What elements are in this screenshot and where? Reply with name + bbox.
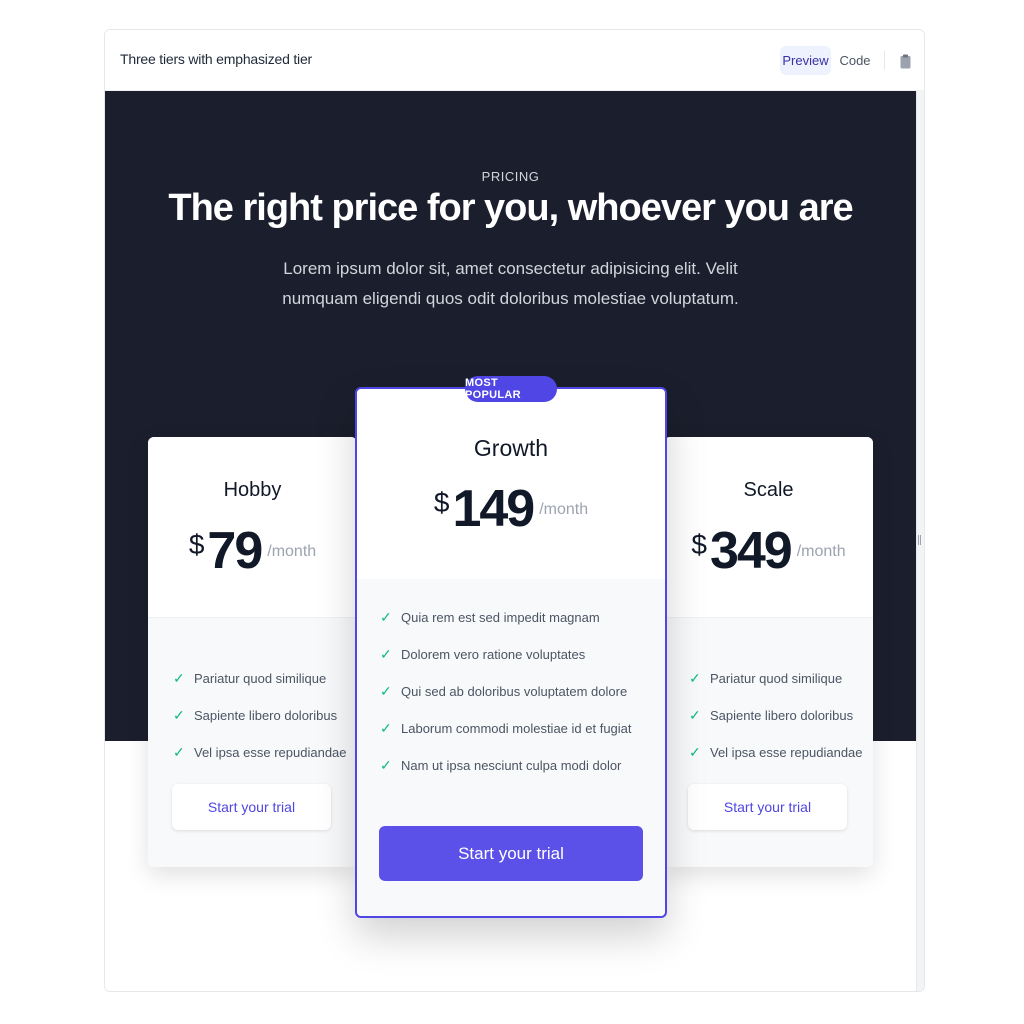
- check-icon: ✓: [689, 670, 701, 686]
- card-body: ✓ Pariatur quod similique ✓ Sapiente liber…: [148, 617, 357, 867]
- tier-name: Scale: [743, 479, 794, 501]
- feature-list: ✓ Pariatur quod similique ✓ Sapiente liber…: [173, 660, 347, 771]
- feature-label: Nam ut ipsa nesciunt culpa modi dolor: [401, 758, 622, 773]
- resize-handle-icon[interactable]: [918, 535, 921, 545]
- card-header: Scale $ 349 /month: [664, 437, 873, 617]
- check-icon: ✓: [689, 707, 701, 723]
- tier-price: $ 79 /month: [148, 523, 357, 579]
- hero-description: Lorem ipsum dolor sit, amet consectetur …: [282, 259, 739, 308]
- card-header: Growth $ 149 /month: [357, 389, 665, 579]
- check-icon: ✓: [173, 670, 185, 686]
- tier-price: $ 349 /month: [664, 523, 873, 579]
- feature-label: Pariatur quod similique: [194, 671, 327, 686]
- example-frame: Three tiers with emphasized tier Preview…: [104, 29, 925, 992]
- feature-label: Pariatur quod similique: [710, 671, 843, 686]
- example-title: Three tiers with emphasized tier: [120, 51, 313, 67]
- feature-label: Sapiente libero doloribus: [194, 708, 338, 723]
- tier-name: Growth: [473, 435, 549, 461]
- pricing-eyebrow: PRICING: [481, 169, 540, 184]
- feature-label: Dolorem vero ratione voluptates: [401, 647, 586, 662]
- start-trial-button-growth[interactable]: Start your trial: [379, 826, 643, 881]
- list-item: ✓ Qui sed ab doloribus voluptatem dolore: [380, 673, 632, 710]
- toolbar-divider: [884, 51, 885, 70]
- price-currency: $: [691, 529, 707, 560]
- feature-label: Vel ipsa esse repudiandae: [710, 745, 863, 760]
- page-title: The right price for you, whoever you are: [168, 187, 853, 229]
- card-body: ✓ Quia rem est sed impedit magnam ✓ Dolore…: [357, 579, 665, 916]
- clipboard-icon[interactable]: [895, 50, 915, 72]
- feature-list: ✓ Quia rem est sed impedit magnam ✓ Dolore…: [380, 599, 632, 784]
- start-trial-button-hobby[interactable]: Start your trial: [172, 784, 331, 830]
- check-icon: ✓: [380, 757, 392, 773]
- list-item: ✓ Pariatur quod similique: [173, 660, 347, 697]
- list-item: ✓ Quia rem est sed impedit magnam: [380, 599, 632, 636]
- check-icon: ✓: [173, 744, 185, 760]
- check-icon: ✓: [380, 683, 392, 699]
- check-icon: ✓: [689, 744, 701, 760]
- list-item: ✓ Nam ut ipsa nesciunt culpa modi dolor: [380, 747, 632, 784]
- feature-label: Quia rem est sed impedit magnam: [401, 610, 600, 625]
- list-item: ✓ Laborum commodi molestiae id et fugiat: [380, 710, 632, 747]
- feature-list: ✓ Pariatur quod similique ✓ Sapiente liber…: [689, 660, 863, 771]
- list-item: ✓ Pariatur quod similique: [689, 660, 863, 697]
- tab-preview[interactable]: Preview: [780, 46, 831, 75]
- tab-code[interactable]: Code: [834, 46, 876, 75]
- pricing-card-growth: Growth $ 149 /month ✓ Quia rem est sed im…: [355, 376, 667, 918]
- pricing-card-scale: Scale $ 349 /month ✓ Pariatur quod simili…: [664, 437, 873, 867]
- example-toolbar: Three tiers with emphasized tier Preview…: [105, 30, 924, 91]
- list-item: ✓ Dolorem vero ratione voluptates: [380, 636, 632, 673]
- tier-price: $ 149 /month: [357, 481, 665, 537]
- feature-label: Laborum commodi molestiae id et fugiat: [401, 721, 632, 736]
- check-icon: ✓: [380, 609, 392, 625]
- price-amount: 349: [709, 522, 793, 580]
- card-body: ✓ Pariatur quod similique ✓ Sapiente liber…: [664, 617, 873, 867]
- price-amount: 79: [207, 522, 263, 580]
- check-icon: ✓: [173, 707, 185, 723]
- price-period: /month: [267, 543, 317, 560]
- price-currency: $: [433, 487, 450, 518]
- feature-label: Qui sed ab doloribus voluptatem dolore: [401, 684, 628, 699]
- list-item: ✓ Vel ipsa esse repudiandae: [689, 734, 863, 771]
- pricing-card-hobby: Hobby $ 79 /month ✓ Pariatur quod similiq…: [148, 437, 357, 867]
- preview-pane: PRICING The right price for you, whoever…: [105, 91, 916, 991]
- price-amount: 149: [452, 480, 535, 538]
- list-item: ✓ Sapiente libero doloribus: [689, 697, 863, 734]
- tier-name: Hobby: [223, 479, 282, 501]
- list-item: ✓ Sapiente libero doloribus: [173, 697, 347, 734]
- list-item: ✓ Vel ipsa esse repudiandae: [173, 734, 347, 771]
- check-icon: ✓: [380, 646, 392, 662]
- check-icon: ✓: [380, 720, 392, 736]
- price-currency: $: [188, 529, 205, 560]
- feature-label: Vel ipsa esse repudiandae: [194, 745, 347, 760]
- feature-label: Sapiente libero doloribus: [710, 708, 854, 723]
- price-period: /month: [796, 543, 846, 560]
- start-trial-button-scale[interactable]: Start your trial: [688, 784, 847, 830]
- card-header: Hobby $ 79 /month: [148, 437, 357, 617]
- most-popular-badge: MOST POPULAR: [465, 376, 557, 402]
- price-period: /month: [539, 501, 589, 518]
